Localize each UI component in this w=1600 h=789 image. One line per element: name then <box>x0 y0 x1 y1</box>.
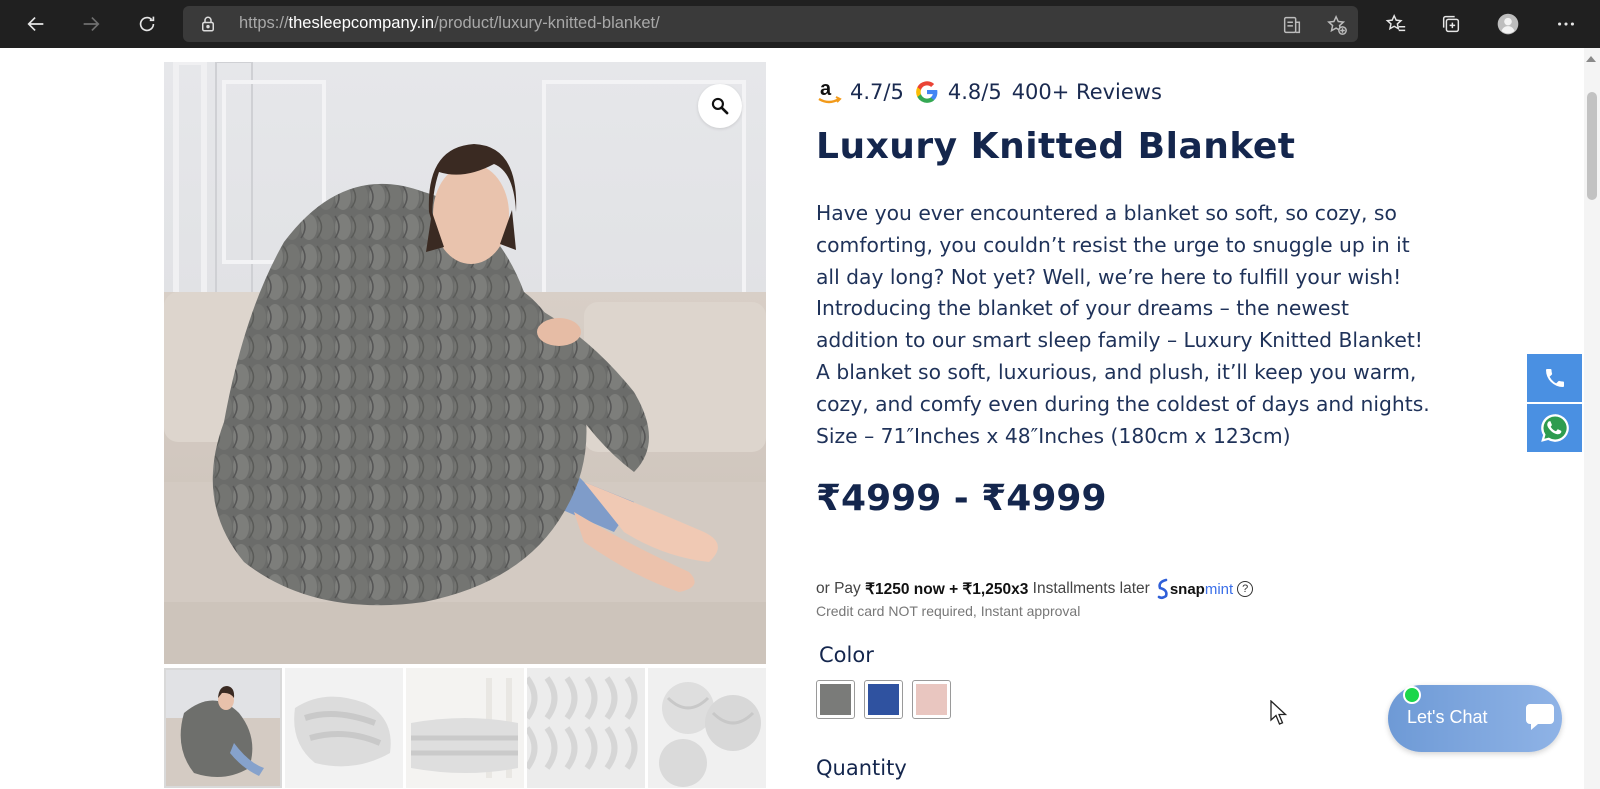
description-line: Size – 71″Inches x 48″Inches (180cm x 12… <box>816 423 1291 448</box>
refresh-icon <box>139 16 155 32</box>
chat-label: Let's Chat <box>1407 707 1488 727</box>
thumbnail-3[interactable] <box>406 668 524 788</box>
emi-offer: or Pay ₹1250 now + ₹1,250x3 Installments… <box>816 578 1254 600</box>
swatch-fill <box>820 684 851 715</box>
refresh-button[interactable] <box>129 6 165 42</box>
description-line: comforting, you couldn’t resist the urge… <box>816 232 1410 257</box>
scrollbar-thumb[interactable] <box>1587 92 1597 200</box>
ratings-row: a 4.7/5 4.8/5 400+ Reviews <box>816 78 1162 106</box>
thumbnail-image <box>164 668 282 788</box>
description-line: A blanket so soft, luxurious, and plush,… <box>816 359 1417 384</box>
product-price: ₹4999 - ₹4999 <box>816 478 1107 519</box>
profile-avatar-icon <box>1497 13 1519 35</box>
lock-icon <box>202 16 214 32</box>
whatsapp-icon <box>1540 414 1569 442</box>
description-line: all day long? Not yet? Well, we’re here … <box>816 264 1402 289</box>
thumbnail-image <box>527 668 645 788</box>
thumbnail-strip <box>164 668 766 788</box>
forward-arrow-icon <box>83 16 100 32</box>
scroll-up-arrow-icon[interactable] <box>1586 56 1596 62</box>
amazon-rating: 4.7/5 <box>850 80 904 104</box>
chat-bubble-icon <box>1526 704 1554 730</box>
thumbnail-5[interactable] <box>648 668 766 788</box>
url-text[interactable]: https://thesleepcompany.in/product/luxur… <box>239 14 660 33</box>
back-button[interactable] <box>18 6 54 42</box>
color-swatches <box>816 680 951 719</box>
settings-menu-button[interactable] <box>1548 6 1584 42</box>
emi-note: Credit card NOT required, Instant approv… <box>816 603 1081 619</box>
description-line: Introducing the blanket of your dreams –… <box>816 296 1349 321</box>
collections-button[interactable] <box>1433 6 1469 42</box>
phone-icon <box>1545 369 1564 387</box>
thumbnail-image <box>648 668 766 788</box>
thumbnail-2[interactable] <box>285 668 403 788</box>
amazon-logo-icon: a <box>818 78 842 104</box>
chat-widget-button[interactable]: Let's Chat <box>1388 685 1562 752</box>
thumbnail-image <box>406 668 524 788</box>
description-line: cozy, and comfy even during the coldest … <box>816 391 1430 416</box>
snapmint-s-icon <box>1157 578 1168 600</box>
snapmint-logo[interactable]: snap mint <box>1156 578 1233 600</box>
whatsapp-button[interactable] <box>1527 404 1582 452</box>
product-title: Luxury Knitted Blanket <box>816 126 1296 167</box>
call-button[interactable] <box>1527 354 1582 402</box>
color-swatch-pink[interactable] <box>912 680 951 719</box>
description-line: addition to our smart sleep family – Lux… <box>816 328 1423 353</box>
svg-text:a: a <box>820 78 832 100</box>
browser-toolbar: https://thesleepcompany.in/product/luxur… <box>0 0 1600 48</box>
favorites-button[interactable] <box>1378 6 1414 42</box>
magnifier-icon <box>711 97 729 115</box>
page-scrollbar[interactable] <box>1584 48 1600 789</box>
color-label: Color <box>819 643 874 667</box>
add-favorite-icon[interactable] <box>1326 14 1348 36</box>
blanket-photo <box>164 62 766 664</box>
swatch-fill <box>868 684 899 715</box>
product-main-image[interactable] <box>164 62 766 664</box>
thumbnail-1[interactable] <box>164 668 282 788</box>
reader-view-icon[interactable] <box>1281 14 1303 36</box>
page-content: a 4.7/5 4.8/5 400+ Reviews Luxury Knitte… <box>0 48 1600 789</box>
emi-help-icon[interactable]: ? <box>1237 581 1254 597</box>
thumbnail-image <box>285 668 403 788</box>
google-logo-icon <box>916 81 938 103</box>
color-swatch-blue[interactable] <box>864 680 903 719</box>
thumbnail-4[interactable] <box>527 668 645 788</box>
swatch-fill <box>916 684 947 715</box>
mouse-cursor-icon <box>1270 700 1288 725</box>
reviews-count-link[interactable]: 400+ Reviews <box>1012 80 1162 104</box>
emi-prefix: or Pay <box>816 580 861 597</box>
forward-button[interactable] <box>73 6 109 42</box>
more-dots-icon <box>1558 22 1574 26</box>
google-rating: 4.8/5 <box>947 80 1002 104</box>
back-arrow-icon <box>27 16 44 32</box>
profile-button[interactable] <box>1490 6 1526 42</box>
emi-suffix: Installments later <box>1032 580 1150 597</box>
product-description: Have you ever encountered a blanket so s… <box>816 198 1430 452</box>
address-bar[interactable]: https://thesleepcompany.in/product/luxur… <box>183 6 1358 42</box>
description-line: Have you ever encountered a blanket so s… <box>816 201 1397 225</box>
collections-icon <box>1442 15 1460 33</box>
emi-amount: ₹1250 now + ₹1,250x3 <box>865 580 1029 598</box>
favorites-star-icon <box>1385 13 1406 32</box>
zoom-button[interactable] <box>698 84 742 128</box>
quantity-label: Quantity <box>816 756 907 780</box>
online-status-dot <box>1403 686 1421 704</box>
color-swatch-grey[interactable] <box>816 680 855 719</box>
